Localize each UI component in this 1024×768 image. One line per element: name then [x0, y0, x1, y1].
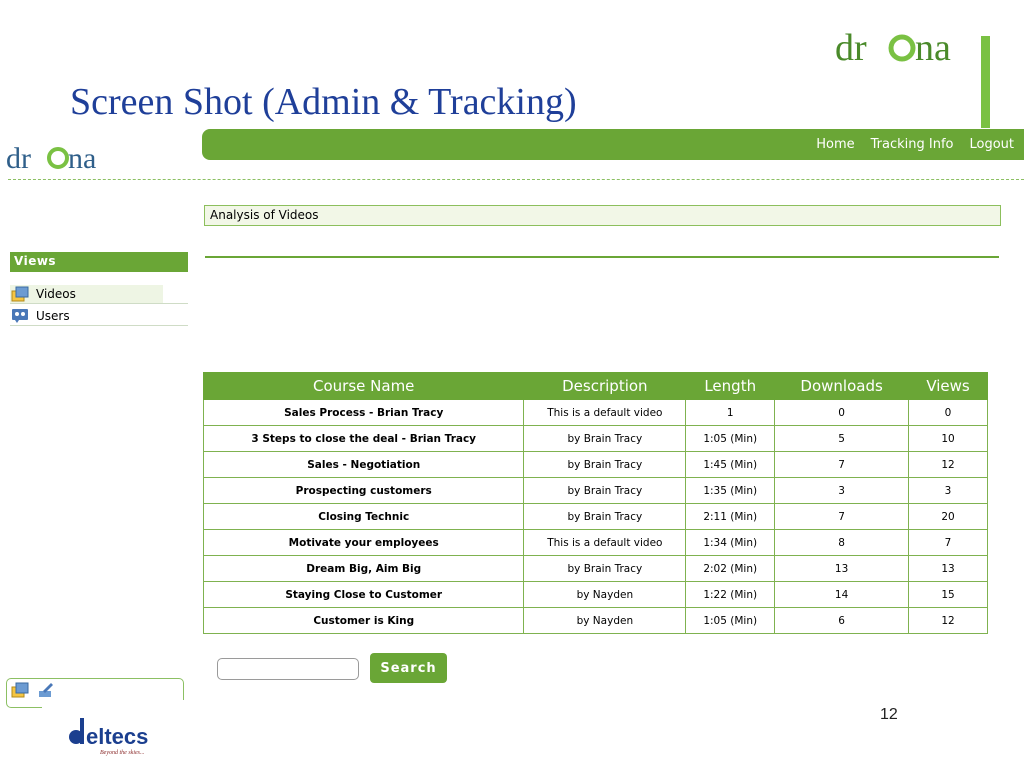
course-name-cell: Prospecting customers	[202, 477, 525, 504]
downloads-cell: 8	[774, 529, 910, 556]
description-cell: This is a default video	[523, 529, 687, 556]
nav-tracking-info-link[interactable]: Tracking Info	[871, 137, 954, 152]
top-nav: Home Tracking Info Logout	[202, 129, 1024, 160]
drona-logo-top: dr na	[835, 27, 951, 69]
header-divider	[8, 179, 1024, 180]
videos-icon[interactable]	[11, 682, 29, 698]
svg-text:na: na	[915, 27, 951, 69]
sidebar-item-videos[interactable]: Videos	[10, 284, 188, 304]
length-cell: 1:34 (Min)	[685, 529, 776, 556]
length-cell: 1:35 (Min)	[685, 477, 776, 504]
accent-bar	[981, 36, 990, 128]
users-icon	[12, 308, 28, 323]
deltecs-logo: eltecs Beyond the skies...	[42, 700, 187, 766]
length-cell: 1:45 (Min)	[685, 451, 776, 478]
description-cell: by Brain Tracy	[523, 477, 687, 504]
views-cell: 20	[908, 503, 988, 530]
search-input[interactable]	[217, 658, 359, 680]
nav-logout-link[interactable]: Logout	[969, 137, 1014, 152]
svg-text:dr: dr	[835, 27, 867, 69]
sidebar-item-users[interactable]: Users	[10, 306, 188, 326]
search-button[interactable]: Search	[370, 653, 447, 683]
views-cell: 10	[908, 425, 988, 452]
table-row[interactable]: Customer is King by Nayden 1:05 (Min) 6 …	[202, 607, 988, 634]
svg-text:Beyond the skies...: Beyond the skies...	[100, 750, 144, 756]
table-row[interactable]: Sales - Negotiation by Brain Tracy 1:45 …	[202, 451, 988, 478]
length-cell: 1:05 (Min)	[685, 607, 776, 634]
course-name-cell: Customer is King	[202, 607, 525, 634]
course-name-cell: Dream Big, Aim Big	[202, 555, 525, 582]
course-name-cell: Staying Close to Customer	[202, 581, 525, 608]
section-title: Analysis of Videos	[204, 205, 1001, 226]
table-row[interactable]: Motivate your employees This is a defaul…	[202, 529, 988, 556]
table-row[interactable]: Dream Big, Aim Big by Brain Tracy 2:02 (…	[202, 555, 988, 582]
column-header[interactable]: Views	[908, 372, 988, 400]
table-row[interactable]: Prospecting customers by Brain Tracy 1:3…	[202, 477, 988, 504]
downloads-cell: 3	[774, 477, 910, 504]
views-cell: 15	[908, 581, 988, 608]
downloads-cell: 14	[774, 581, 910, 608]
downloads-cell: 6	[774, 607, 910, 634]
views-cell: 12	[908, 451, 988, 478]
table-row[interactable]: Closing Technic by Brain Tracy 2:11 (Min…	[202, 503, 988, 530]
description-cell: This is a default video	[523, 399, 687, 426]
videos-icon	[11, 286, 29, 301]
column-header[interactable]: Length	[685, 372, 776, 400]
views-cell: 0	[908, 399, 988, 426]
column-header[interactable]: Downloads	[774, 372, 910, 400]
svg-text:na: na	[68, 142, 96, 175]
sidebar-header: Views	[10, 252, 188, 272]
course-name-cell: Motivate your employees	[202, 529, 525, 556]
description-cell: by Brain Tracy	[523, 425, 687, 452]
sidebar-item-label: Users	[36, 308, 70, 323]
description-cell: by Nayden	[523, 607, 687, 634]
downloads-cell: 7	[774, 451, 910, 478]
description-cell: by Nayden	[523, 581, 687, 608]
videos-table: Course Name Description Length Downloads…	[202, 372, 988, 634]
column-header[interactable]: Course Name	[202, 372, 525, 400]
svg-text:eltecs: eltecs	[86, 724, 148, 749]
downloads-cell: 7	[774, 503, 910, 530]
views-cell: 12	[908, 607, 988, 634]
description-cell: by Brain Tracy	[523, 555, 687, 582]
downloads-cell: 13	[774, 555, 910, 582]
length-cell: 1:05 (Min)	[685, 425, 776, 452]
length-cell: 2:02 (Min)	[685, 555, 776, 582]
drona-app-logo: dr na	[6, 142, 96, 175]
slide-title: Screen Shot (Admin & Tracking)	[70, 81, 577, 123]
nav-home-link[interactable]: Home	[816, 137, 854, 152]
description-cell: by Brain Tracy	[523, 503, 687, 530]
description-cell: by Brain Tracy	[523, 451, 687, 478]
table-row[interactable]: Sales Process - Brian Tracy This is a de…	[202, 399, 988, 426]
length-cell: 1	[685, 399, 776, 426]
course-name-cell: Sales - Negotiation	[202, 451, 525, 478]
section-divider	[205, 256, 999, 258]
table-row[interactable]: 3 Steps to close the deal - Brian Tracy …	[202, 425, 988, 452]
views-cell: 3	[908, 477, 988, 504]
sidebar-item-label: Videos	[36, 286, 76, 301]
table-header-row: Course Name Description Length Downloads…	[202, 372, 988, 400]
course-name-cell: 3 Steps to close the deal - Brian Tracy	[202, 425, 525, 452]
edit-icon[interactable]	[37, 682, 55, 698]
course-name-cell: Closing Technic	[202, 503, 525, 530]
column-header[interactable]: Description	[523, 372, 687, 400]
table-row[interactable]: Staying Close to Customer by Nayden 1:22…	[202, 581, 988, 608]
downloads-cell: 0	[774, 399, 910, 426]
views-cell: 13	[908, 555, 988, 582]
length-cell: 1:22 (Min)	[685, 581, 776, 608]
length-cell: 2:11 (Min)	[685, 503, 776, 530]
slide-number: 12	[880, 706, 898, 723]
svg-text:dr: dr	[6, 142, 31, 175]
views-cell: 7	[908, 529, 988, 556]
course-name-cell: Sales Process - Brian Tracy	[202, 399, 525, 426]
downloads-cell: 5	[774, 425, 910, 452]
